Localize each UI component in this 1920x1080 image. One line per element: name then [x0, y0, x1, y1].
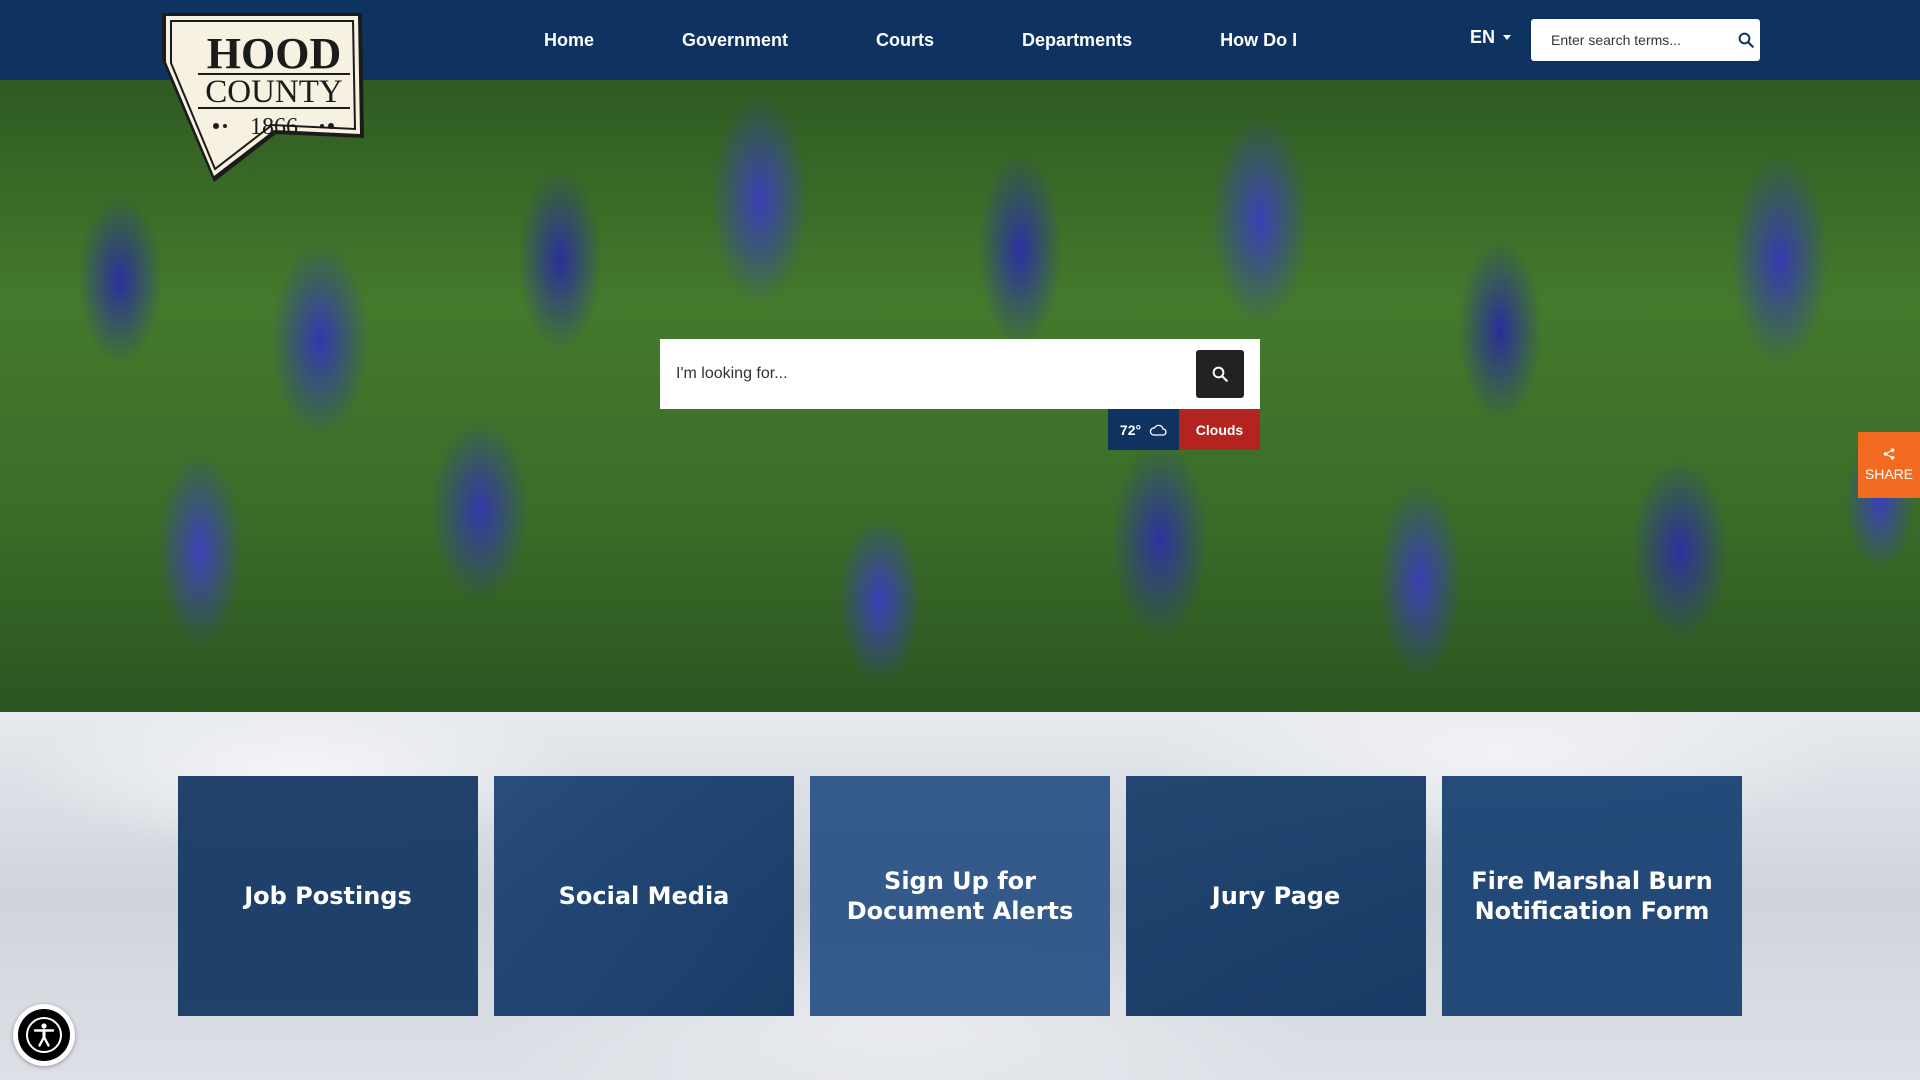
- logo-line-county: COUNTY: [205, 74, 343, 110]
- tile-job-postings[interactable]: Job Postings: [178, 776, 478, 1016]
- header-search-input[interactable]: [1531, 19, 1732, 61]
- weather-temperature: 72°: [1119, 421, 1142, 438]
- nav-government[interactable]: Government: [638, 30, 832, 51]
- tile-label: Jury Page: [1211, 882, 1341, 910]
- hero-search-button[interactable]: [1196, 350, 1244, 398]
- accessibility-icon: [18, 1009, 70, 1061]
- weather-condition: Clouds: [1179, 409, 1260, 450]
- tile-document-alerts[interactable]: Sign Up for Document Alerts: [810, 776, 1110, 1016]
- language-label: EN: [1470, 27, 1496, 47]
- county-logo[interactable]: HOOD COUNTY 1866: [158, 10, 368, 185]
- tile-jury-page[interactable]: Jury Page: [1126, 776, 1426, 1016]
- hero-search: [660, 339, 1260, 409]
- share-icon: [1883, 448, 1895, 460]
- tile-label: Fire Marshal Burn Notification Form: [1471, 867, 1713, 925]
- nav-how-do-i[interactable]: How Do I: [1176, 30, 1341, 51]
- logo-year: 1866: [250, 114, 298, 140]
- cloud-icon: [1149, 424, 1167, 436]
- logo-line-hood: HOOD: [207, 29, 341, 78]
- nav-courts[interactable]: Courts: [832, 30, 978, 51]
- tile-label: Sign Up for Document Alerts: [846, 867, 1074, 925]
- tile-label: Job Postings: [244, 882, 412, 910]
- accessibility-button[interactable]: [13, 1004, 75, 1066]
- nav-home[interactable]: Home: [500, 30, 638, 51]
- header-search: [1531, 19, 1760, 61]
- search-icon: [1212, 366, 1228, 382]
- main-nav: Home Government Courts Departments How D…: [500, 0, 1341, 80]
- language-selector[interactable]: EN: [1470, 27, 1512, 48]
- share-button[interactable]: SHARE: [1858, 432, 1920, 498]
- chevron-down-icon: [1503, 35, 1512, 40]
- search-icon[interactable]: [1732, 19, 1760, 61]
- quick-links: Job Postings Social Media Sign Up for Do…: [178, 776, 1742, 1016]
- tile-burn-notification[interactable]: Fire Marshal Burn Notification Form: [1442, 776, 1742, 1016]
- tile-label: Social Media: [558, 882, 730, 910]
- weather-temperature-box: 72°: [1108, 409, 1179, 450]
- tile-social-media[interactable]: Social Media: [494, 776, 794, 1016]
- hero-search-input[interactable]: [660, 339, 1196, 409]
- share-label: SHARE: [1864, 466, 1914, 482]
- weather-widget: 72° Clouds: [1108, 409, 1260, 450]
- nav-departments[interactable]: Departments: [978, 30, 1176, 51]
